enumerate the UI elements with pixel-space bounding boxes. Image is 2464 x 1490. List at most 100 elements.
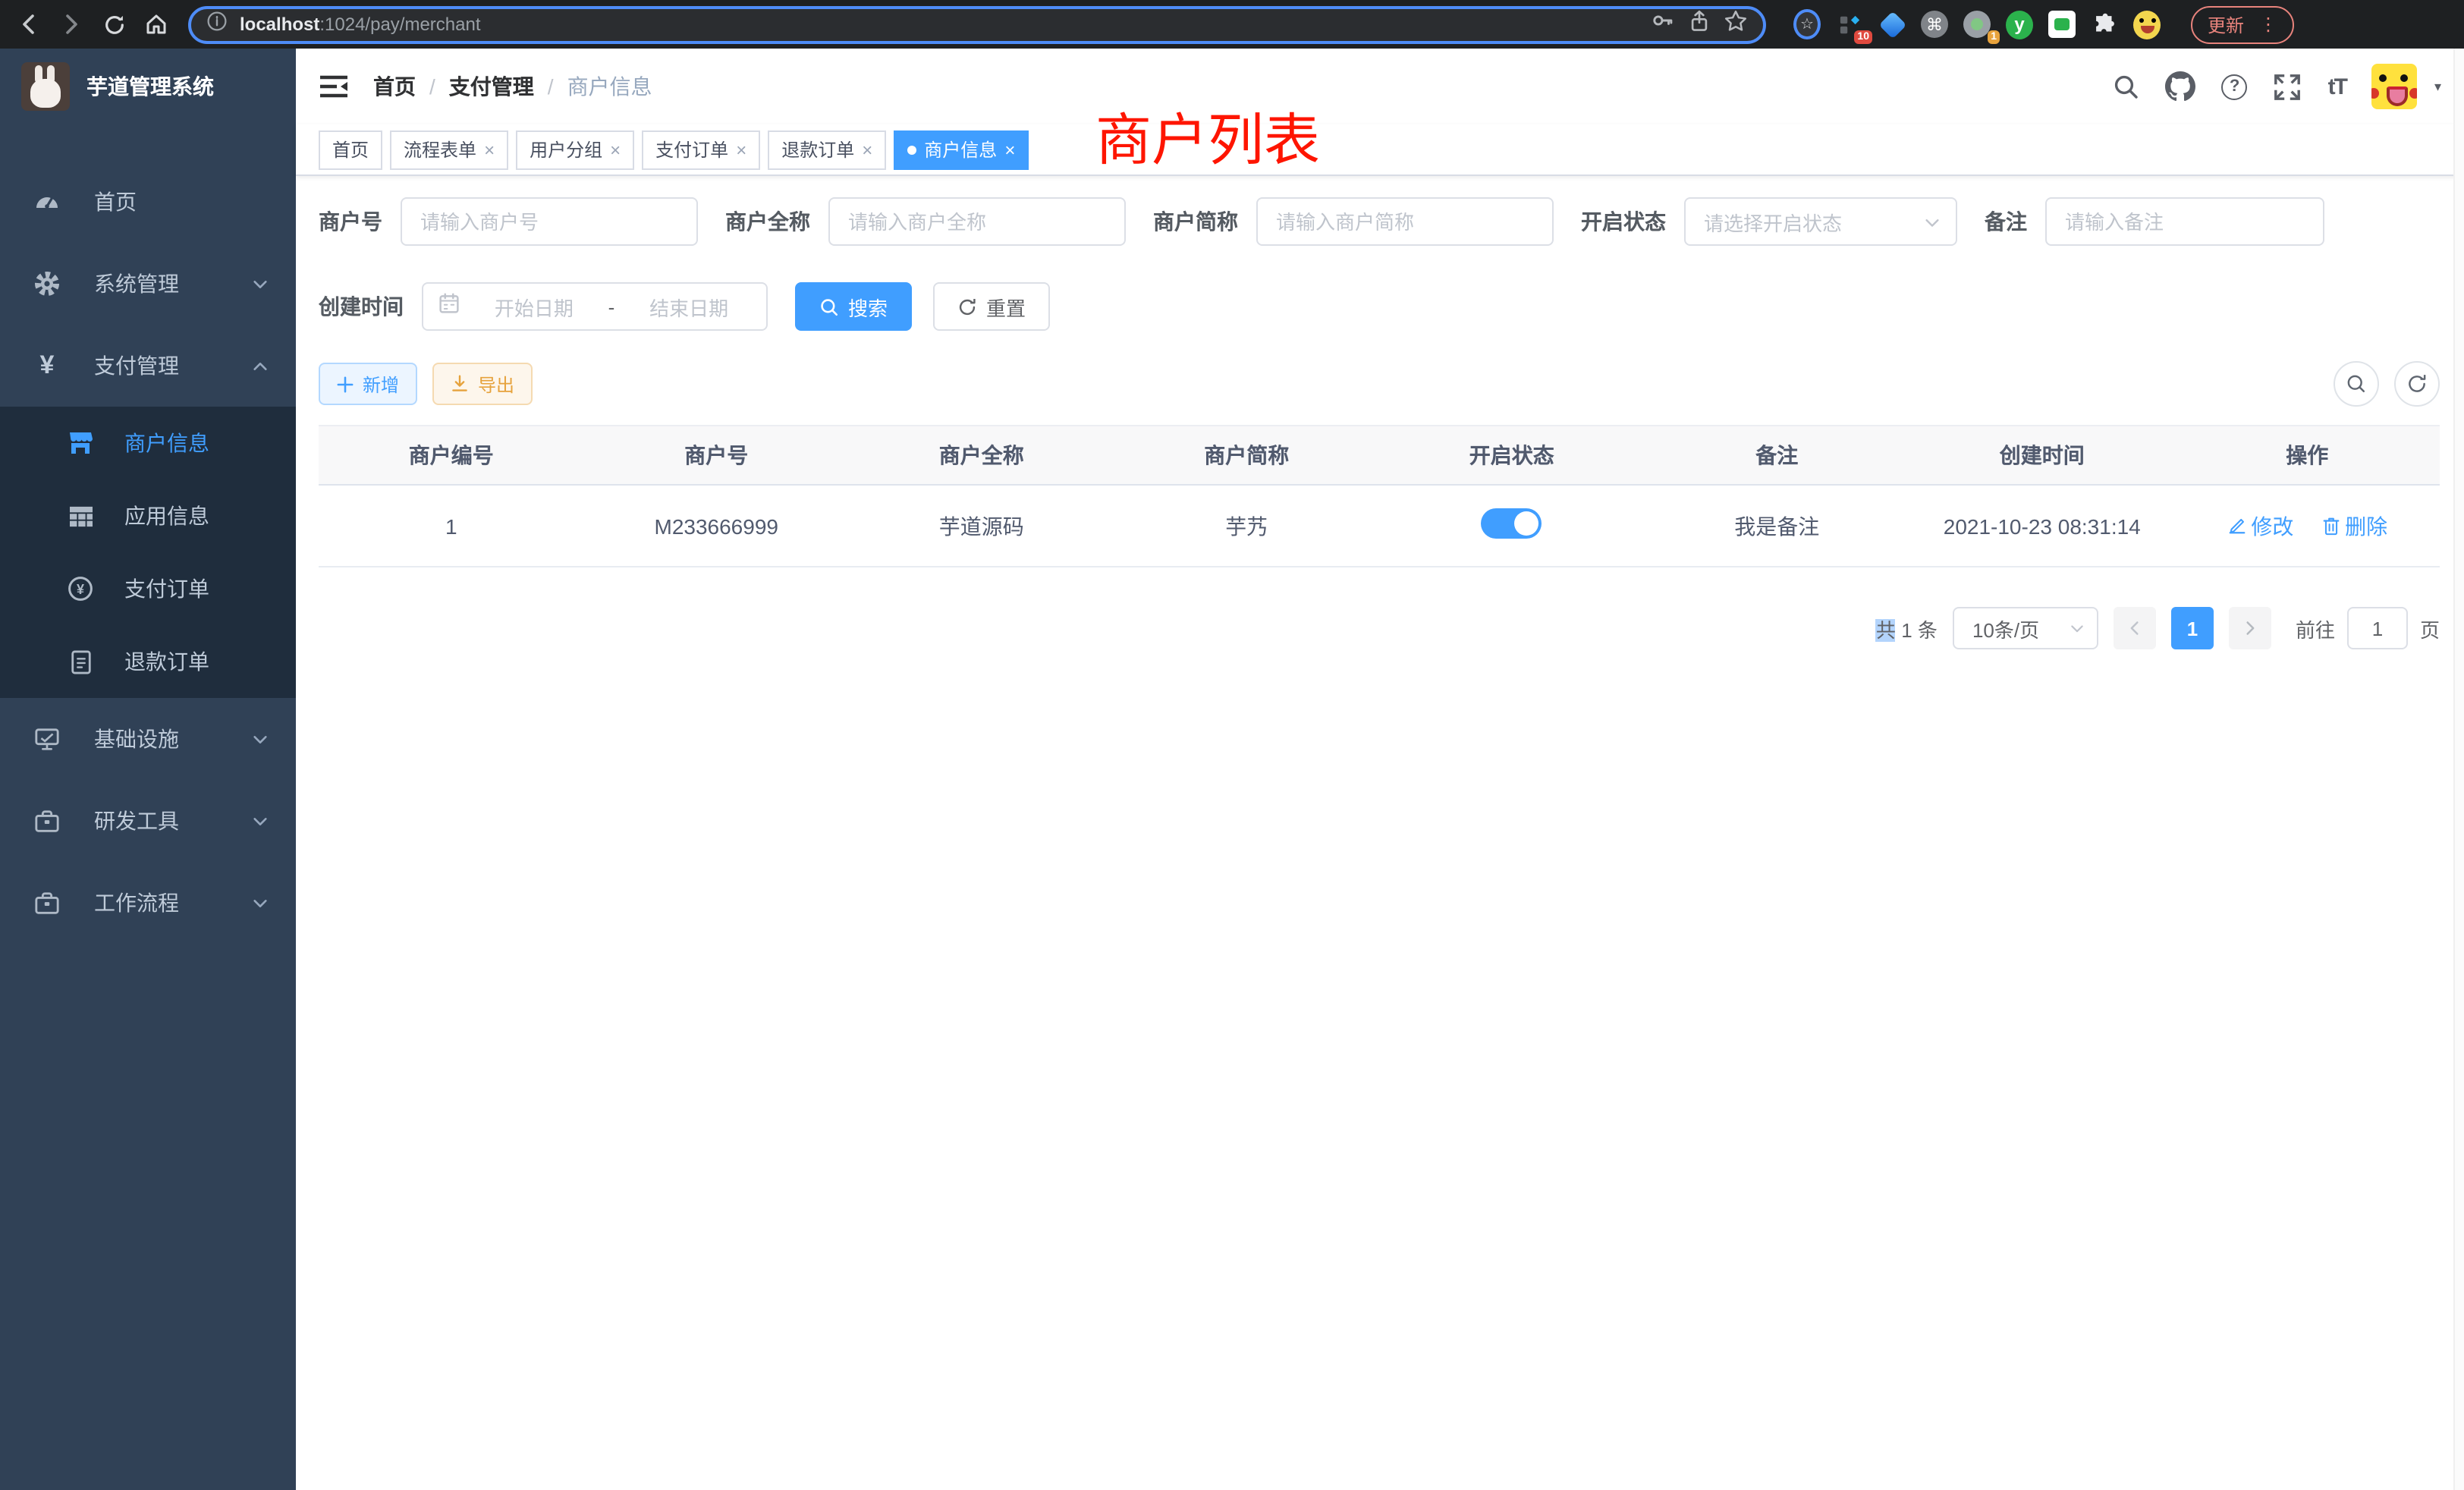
goto-page-input[interactable] [2347, 607, 2408, 649]
close-icon[interactable]: × [862, 139, 872, 160]
filter-label-full-name: 商户全称 [725, 206, 810, 237]
help-icon[interactable]: ? [2222, 74, 2248, 99]
col-actions: 操作 [2175, 426, 2440, 485]
yen-icon: ¥ [33, 350, 61, 381]
font-size-icon[interactable]: tT [2328, 74, 2346, 99]
refresh-table-button[interactable] [2394, 361, 2440, 407]
browser-reload-icon[interactable] [97, 8, 130, 41]
sidebar-item-payment[interactable]: ¥ 支付管理 [0, 325, 296, 407]
sidebar-item-app-info[interactable]: 应用信息 [0, 479, 296, 552]
short-name-input[interactable] [1256, 197, 1554, 246]
share-icon[interactable] [1687, 8, 1711, 40]
browser-update-button[interactable]: 更新 ⋮ [2191, 5, 2294, 43]
remark-input[interactable] [2045, 197, 2324, 246]
yen-circle-icon: ¥ [67, 575, 94, 602]
browser-menu-kebab-icon[interactable]: ⋮ [2259, 14, 2277, 35]
create-time-range-picker[interactable]: 开始日期 - 结束日期 [422, 282, 768, 331]
password-key-icon[interactable] [1649, 8, 1675, 41]
extension-command-icon[interactable]: ⌘ [1921, 11, 1948, 38]
browser-back-icon[interactable] [12, 8, 46, 41]
fullscreen-icon[interactable] [2274, 72, 2302, 101]
browser-home-icon[interactable] [140, 8, 173, 41]
next-page-button[interactable] [2229, 607, 2271, 649]
full-name-input[interactable] [828, 197, 1126, 246]
sidebar-collapse-icon[interactable] [319, 73, 349, 100]
dashboard-icon [33, 188, 61, 215]
tab-process-form[interactable]: 流程表单 × [390, 130, 508, 169]
sidebar-item-system[interactable]: 系统管理 [0, 243, 296, 325]
app-logo[interactable]: 芋道管理系统 [0, 49, 296, 124]
browser-extensions: ☆ 10 ⌘ 1 y 更 [1793, 5, 2294, 43]
monitor-icon [33, 726, 61, 752]
goto-unit: 页 [2420, 614, 2440, 643]
table-header-row: 商户编号 商户号 商户全称 商户简称 开启状态 备注 创建时间 操作 [319, 426, 2440, 485]
col-remark: 备注 [1645, 426, 1910, 485]
filter-label-remark: 备注 [1985, 206, 2027, 237]
breadcrumb-home[interactable]: 首页 [373, 71, 416, 102]
status-toggle[interactable] [1482, 508, 1542, 539]
breadcrumb-payment[interactable]: 支付管理 [449, 71, 534, 102]
browser-toolbar: localhost :1024/pay/merchant ☆ 10 [0, 0, 2464, 49]
page-size-select[interactable]: 10条/页 [1953, 607, 2098, 649]
chevron-up-icon [252, 357, 269, 374]
edit-row-button[interactable]: 修改 [2227, 511, 2293, 541]
document-icon [67, 649, 94, 674]
breadcrumb: 首页 / 支付管理 / 商户信息 [373, 71, 652, 102]
search-icon[interactable] [2113, 73, 2140, 100]
tab-search-star-icon[interactable]: ☆ [1793, 11, 1821, 38]
extension-gem-icon[interactable] [1878, 11, 1906, 38]
page-number-1[interactable]: 1 [2171, 607, 2214, 649]
page-scrollbar[interactable] [2453, 49, 2464, 1490]
address-bar[interactable]: localhost :1024/pay/merchant [188, 5, 1766, 43]
sidebar-item-pay-order[interactable]: ¥ 支付订单 [0, 552, 296, 625]
browser-forward-icon[interactable] [55, 8, 88, 41]
avatar-caret-down-icon[interactable]: ▾ [2434, 78, 2441, 95]
sidebar-item-merchant-info[interactable]: 商户信息 [0, 407, 296, 479]
logo-rabbit-image [21, 62, 70, 111]
chevron-down-icon [252, 731, 269, 747]
export-button[interactable]: 导出 [432, 363, 533, 405]
extension-bookmarks-icon[interactable]: 10 [1836, 11, 1863, 38]
sidebar-item-refund-order[interactable]: 退款订单 [0, 625, 296, 698]
tab-user-group[interactable]: 用户分组 × [516, 130, 634, 169]
close-icon[interactable]: × [484, 139, 495, 160]
extensions-puzzle-icon[interactable] [2091, 11, 2118, 38]
status-select[interactable]: 请选择开启状态 [1684, 197, 1957, 246]
pagination-total: 共 1 条 [1876, 614, 1938, 643]
close-icon[interactable]: × [1004, 139, 1015, 160]
filter-label-status: 开启状态 [1581, 206, 1666, 237]
tab-refund-order[interactable]: 退款订单 × [768, 130, 886, 169]
browser-profile-avatar[interactable] [2133, 11, 2161, 38]
search-button[interactable]: 搜索 [795, 282, 912, 331]
close-icon[interactable]: × [610, 139, 621, 160]
sidebar-item-home[interactable]: 首页 [0, 161, 296, 243]
delete-row-button[interactable]: 删除 [2321, 511, 2387, 541]
tab-home[interactable]: 首页 [319, 130, 382, 169]
site-info-icon[interactable] [206, 10, 228, 39]
sidebar-item-infrastructure[interactable]: 基础设施 [0, 698, 296, 780]
tab-merchant-info[interactable]: 商户信息 × [894, 130, 1029, 169]
top-navbar: 首页 / 支付管理 / 商户信息 ? [296, 49, 2464, 124]
user-avatar[interactable] [2372, 64, 2418, 109]
extension-notes-icon[interactable] [2048, 11, 2076, 38]
prev-page-button[interactable] [2114, 607, 2156, 649]
github-icon[interactable] [2166, 71, 2196, 102]
cell-full-name: 芋道源码 [849, 485, 1114, 567]
close-icon[interactable]: × [736, 139, 746, 160]
sidebar-item-workflow[interactable]: 工作流程 [0, 862, 296, 944]
merchant-no-input[interactable] [401, 197, 698, 246]
chevron-down-icon [252, 813, 269, 829]
tab-pay-order[interactable]: 支付订单 × [642, 130, 760, 169]
cell-create-time: 2021-10-23 08:31:14 [1909, 485, 2175, 567]
col-short-name: 商户简称 [1114, 426, 1380, 485]
app-title: 芋道管理系统 [86, 71, 214, 102]
extension-tasks-icon[interactable]: 1 [1963, 11, 1991, 38]
reset-button[interactable]: 重置 [933, 282, 1050, 331]
sidebar-item-dev-tools[interactable]: 研发工具 [0, 780, 296, 862]
extension-y-icon[interactable]: y [2006, 11, 2033, 38]
bookmark-star-icon[interactable] [1724, 8, 1748, 40]
show-search-toggle-button[interactable] [2334, 361, 2379, 407]
add-button[interactable]: 新增 [319, 363, 417, 405]
chevron-down-icon [2070, 621, 2085, 636]
goto-label: 前往 [2296, 614, 2335, 643]
